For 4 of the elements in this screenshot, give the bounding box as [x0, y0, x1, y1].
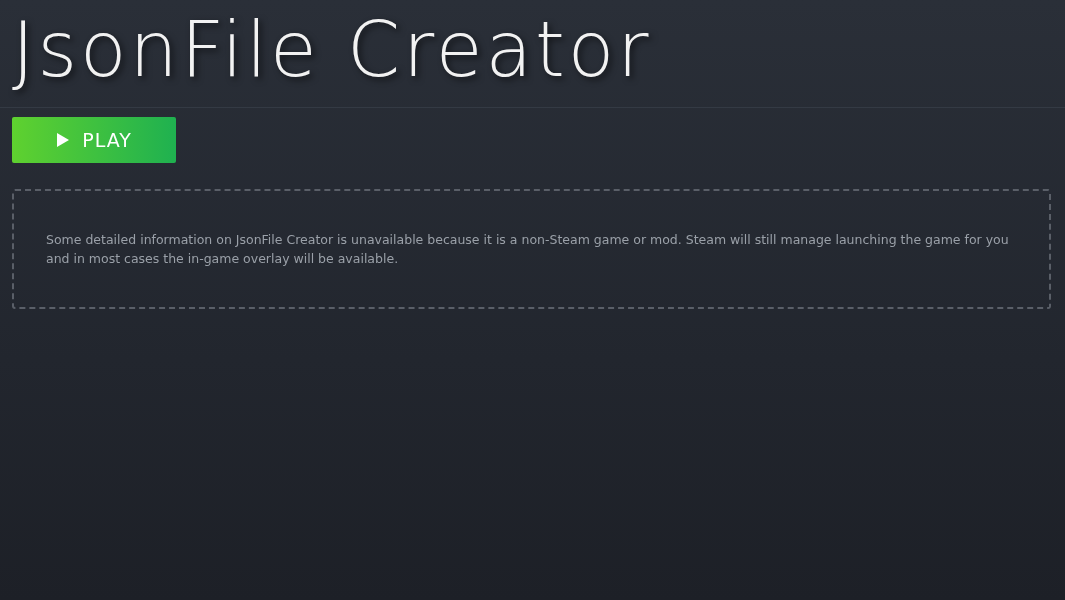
notice-text: Some detailed information on JsonFile Creator is unavailable because it is a non-Steam game or mod. Steam will still manage launching the game for you and in most cases the in-game overlay will be available. [46, 231, 1010, 268]
play-button[interactable]: PLAY [12, 117, 176, 163]
play-icon [56, 132, 71, 148]
game-title: JsonFile Creator [12, 4, 652, 96]
